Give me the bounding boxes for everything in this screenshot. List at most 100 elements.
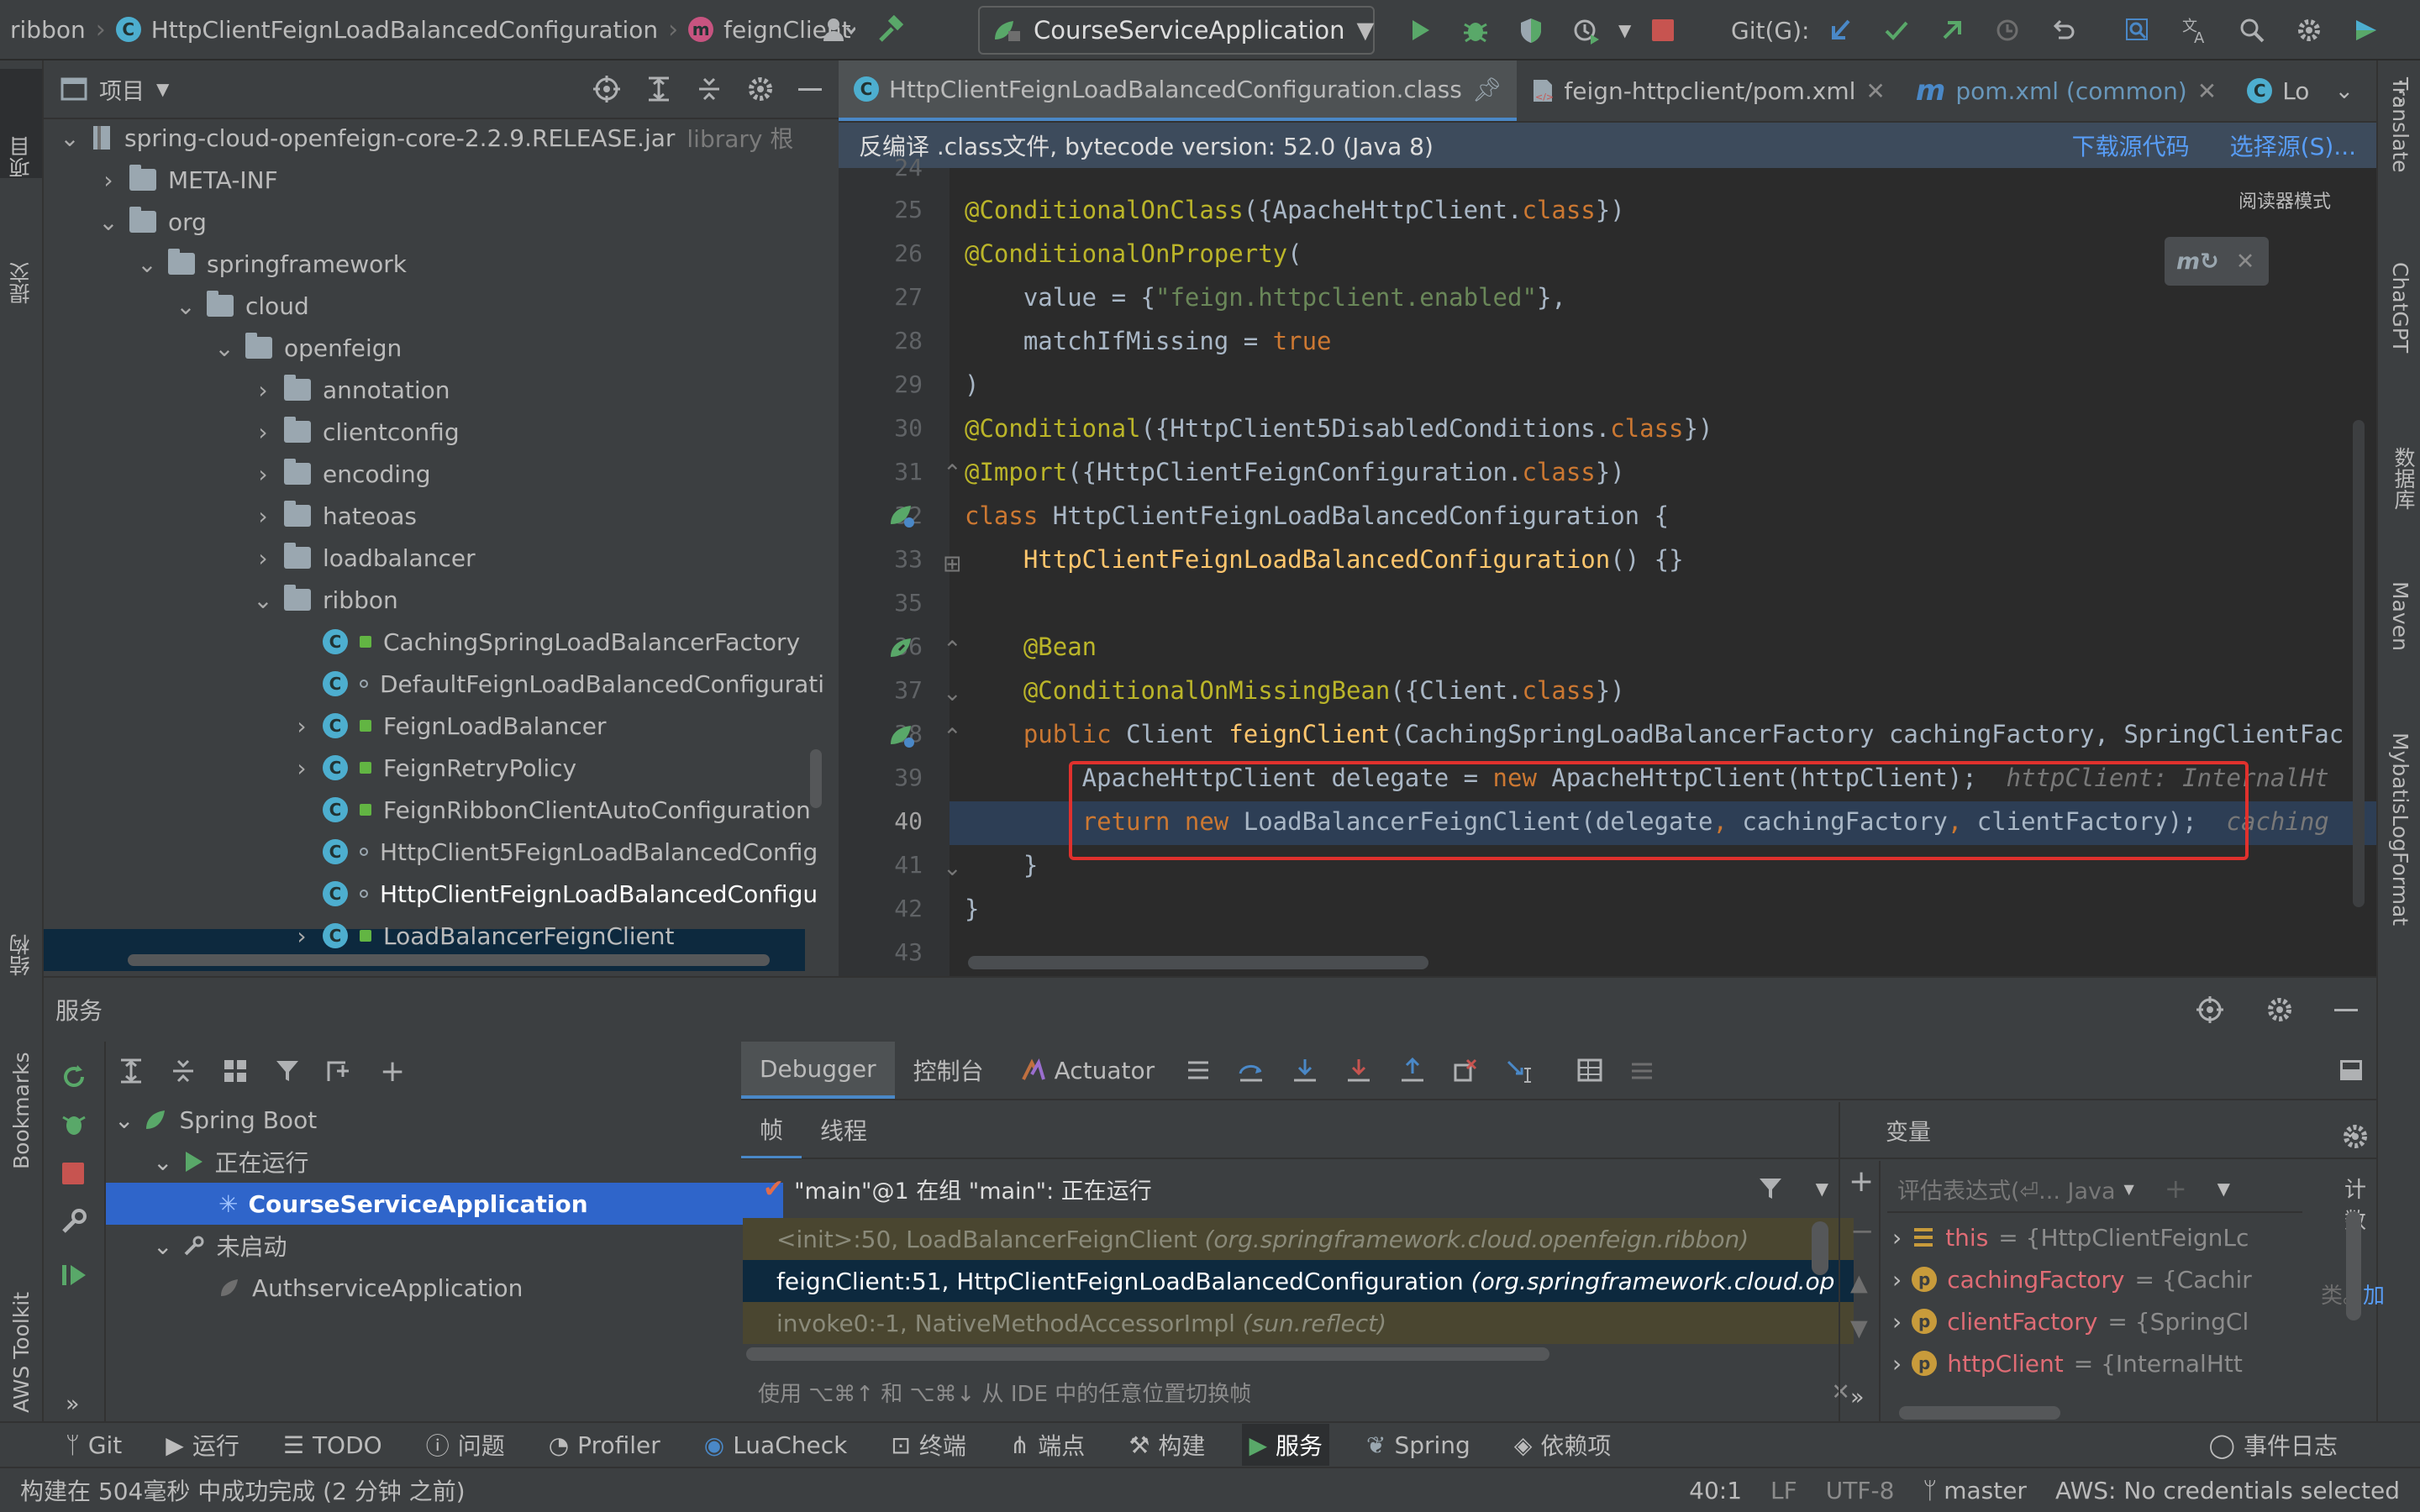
- event-log-tool-button[interactable]: ◯ 事件日志: [2202, 1424, 2344, 1466]
- structure-stripe-button[interactable]: 结构: [0, 884, 42, 976]
- thread-selector[interactable]: ✔ "main"@1 在组 "main": 正在运行 ▼: [741, 1161, 1842, 1216]
- minimize-icon[interactable]: [2334, 1008, 2358, 1011]
- crumb-class[interactable]: HttpClientFeignLoadBalancedConfiguration: [151, 16, 658, 44]
- tab-feign-httpclient-pom[interactable]: </> feign-httpclient/pom.xml ✕: [1517, 60, 1900, 121]
- chevron-down-icon[interactable]: ▼: [156, 79, 169, 99]
- tree-item-clientconfig[interactable]: › clientconfig: [254, 411, 460, 453]
- tree-item-class[interactable]: C HttpClient5FeignLoadBalancedConfig: [292, 831, 818, 873]
- fold-marker-icon[interactable]: ⌄: [943, 680, 962, 706]
- translate-icon[interactable]: 文A: [2171, 7, 2218, 54]
- endpoints-tool-button[interactable]: ⋔ 端点: [1003, 1424, 1092, 1466]
- chevron-down-icon[interactable]: ▼: [1816, 1179, 1828, 1199]
- code-with-me-icon[interactable]: [2343, 7, 2390, 54]
- close-icon[interactable]: ✕: [2197, 77, 2217, 105]
- aws-credentials-status[interactable]: AWS: No credentials selected: [2055, 1477, 2400, 1504]
- variables-vertical-scrollbar[interactable]: [2346, 1211, 2361, 1320]
- history-icon[interactable]: [1984, 7, 2031, 54]
- chevron-down-icon[interactable]: ▼: [2217, 1179, 2230, 1199]
- caret-position[interactable]: 40:1: [1689, 1477, 1742, 1504]
- variable-row[interactable]: › this = {HttpClientFeignLc: [1892, 1216, 2296, 1258]
- build-tool-button[interactable]: ⚒ 构建: [1122, 1424, 1212, 1466]
- file-encoding[interactable]: UTF-8: [1826, 1477, 1895, 1504]
- group-by-icon[interactable]: [222, 1058, 249, 1084]
- editor-vertical-scrollbar[interactable]: [2353, 420, 2365, 907]
- locate-icon[interactable]: [2195, 995, 2225, 1025]
- collapse-all-icon[interactable]: [696, 76, 723, 102]
- tab-frames[interactable]: 帧: [741, 1101, 802, 1158]
- chevron-down-icon[interactable]: ▼: [1618, 20, 1631, 40]
- tree-item-ribbon[interactable]: ⌄ ribbon: [253, 579, 398, 621]
- editor-horizontal-scrollbar[interactable]: [968, 956, 1428, 969]
- profiler-icon[interactable]: [1563, 7, 1610, 54]
- new-tab-icon[interactable]: [326, 1058, 355, 1084]
- fold-marker-icon[interactable]: ⌄: [943, 855, 962, 881]
- fold-marker-icon[interactable]: ⌃: [943, 724, 962, 750]
- collapse-all-icon[interactable]: [170, 1058, 197, 1084]
- frames-vertical-scrollbar[interactable]: [1812, 1221, 1828, 1275]
- spring-bean-gutter-icon[interactable]: [887, 633, 916, 662]
- project-panel-title[interactable]: 项目: [99, 73, 145, 106]
- vertical-scrollbar[interactable]: [810, 749, 822, 808]
- run-tool-button[interactable]: ▶ 运行: [159, 1424, 246, 1466]
- stop-icon[interactable]: [1639, 7, 1686, 54]
- close-icon[interactable]: ✕: [2236, 249, 2255, 275]
- tab-console[interactable]: 控制台: [895, 1042, 1002, 1099]
- tree-item-selected-class[interactable]: C HttpClientFeignLoadBalancedConfigu: [292, 873, 818, 915]
- line-separator[interactable]: LF: [1770, 1477, 1797, 1504]
- terminal-tool-button[interactable]: ⊡ 终端: [884, 1424, 972, 1466]
- tab-lo[interactable]: C Lo: [2232, 60, 2324, 121]
- spring-bean-gutter-icon[interactable]: [887, 721, 916, 749]
- frame-row[interactable]: <init>:50, LoadBalancerFeignClient (org.…: [743, 1218, 1854, 1260]
- debug-restart-icon[interactable]: [59, 1109, 89, 1139]
- coverage-icon[interactable]: [1507, 7, 1555, 54]
- git-tool-button[interactable]: ᛘ Git: [59, 1424, 129, 1466]
- problems-tool-button[interactable]: ⓘ 问题: [419, 1424, 512, 1466]
- wrench-icon[interactable]: [59, 1206, 89, 1236]
- variable-row[interactable]: › p httpClient = {InternalHtt: [1892, 1342, 2296, 1384]
- fold-marker-icon[interactable]: ⌃: [943, 460, 962, 486]
- step-out-icon[interactable]: [1398, 1057, 1427, 1084]
- tree-item-openfeign[interactable]: ⌄ openfeign: [214, 327, 402, 369]
- expand-all-icon[interactable]: [645, 76, 672, 102]
- show-execution-point-icon[interactable]: [1185, 1058, 1212, 1083]
- search-everywhere-icon[interactable]: [2114, 7, 2161, 54]
- build-status-message[interactable]: 构建在 504毫秒 中成功完成 (2 分钟 之前): [20, 1473, 466, 1507]
- tree-item-cloud[interactable]: ⌄ cloud: [176, 285, 309, 327]
- move-down-icon[interactable]: ▼: [1850, 1315, 1868, 1341]
- aws-toolkit-stripe-button[interactable]: AWS Toolkit: [0, 1220, 42, 1413]
- git-branch-widget[interactable]: ᛘ master: [1923, 1477, 2027, 1504]
- maven-reload-icon[interactable]: m↻: [2176, 249, 2219, 275]
- commit-stripe-button[interactable]: 提交: [0, 195, 42, 304]
- variable-row[interactable]: › p clientFactory = {SpringCl: [1892, 1300, 2296, 1342]
- filter-icon[interactable]: [1757, 1175, 1784, 1202]
- tab-pom-common[interactable]: m pom.xml (common) ✕: [1901, 60, 2232, 121]
- tree-item-org[interactable]: ⌄ org: [98, 201, 207, 243]
- reader-mode-toggle[interactable]: 阅读器模式: [2238, 186, 2331, 213]
- tree-item-class[interactable]: C FeignRibbonClientAutoConfiguration: [292, 789, 811, 831]
- git-update-icon[interactable]: [1818, 7, 1865, 54]
- debug-icon[interactable]: [1452, 7, 1499, 54]
- add-watch-icon[interactable]: +: [2165, 1173, 2187, 1205]
- tree-item-loadbalancer[interactable]: › loadbalancer: [254, 537, 476, 579]
- fold-marker-icon[interactable]: ⊞: [943, 551, 962, 577]
- evaluate-expression-input[interactable]: 评估表达式(⏎... Java ▼ + ▼: [1887, 1166, 2302, 1213]
- chevron-down-icon[interactable]: ⌄: [2334, 78, 2354, 104]
- stop-icon[interactable]: [62, 1163, 84, 1184]
- run-config-select[interactable]: CourseServiceApplication ▼: [978, 6, 1375, 55]
- tree-root[interactable]: ⌄ spring-cloud-openfeign-core-2.2.9.RELE…: [60, 117, 793, 159]
- frame-row[interactable]: invoke0:-1, NativeMethodAccessorImpl (su…: [743, 1302, 1854, 1344]
- mybatis-stripe-button[interactable]: MybatisLogFormat: [2388, 732, 2412, 932]
- choose-sources-link[interactable]: 选择源(S)...: [2230, 129, 2356, 162]
- rollback-icon[interactable]: [2039, 7, 2086, 54]
- run-icon[interactable]: [1397, 7, 1444, 54]
- tree-item-hateoas[interactable]: › hateoas: [254, 495, 417, 537]
- pin-icon[interactable]: 📌︎: [1472, 76, 1502, 103]
- git-push-icon[interactable]: [1928, 7, 1975, 54]
- locate-icon[interactable]: [592, 74, 622, 104]
- maven-stripe-button[interactable]: Maven: [2388, 581, 2412, 657]
- tab-actuator[interactable]: Actuator: [1002, 1042, 1174, 1099]
- tree-item-meta-inf[interactable]: › META-INF: [99, 159, 278, 201]
- more-vertical-icon[interactable]: ⋮: [2387, 75, 2414, 107]
- tab-threads[interactable]: 线程: [802, 1101, 886, 1158]
- more-chevron-icon[interactable]: »: [1850, 1384, 1865, 1410]
